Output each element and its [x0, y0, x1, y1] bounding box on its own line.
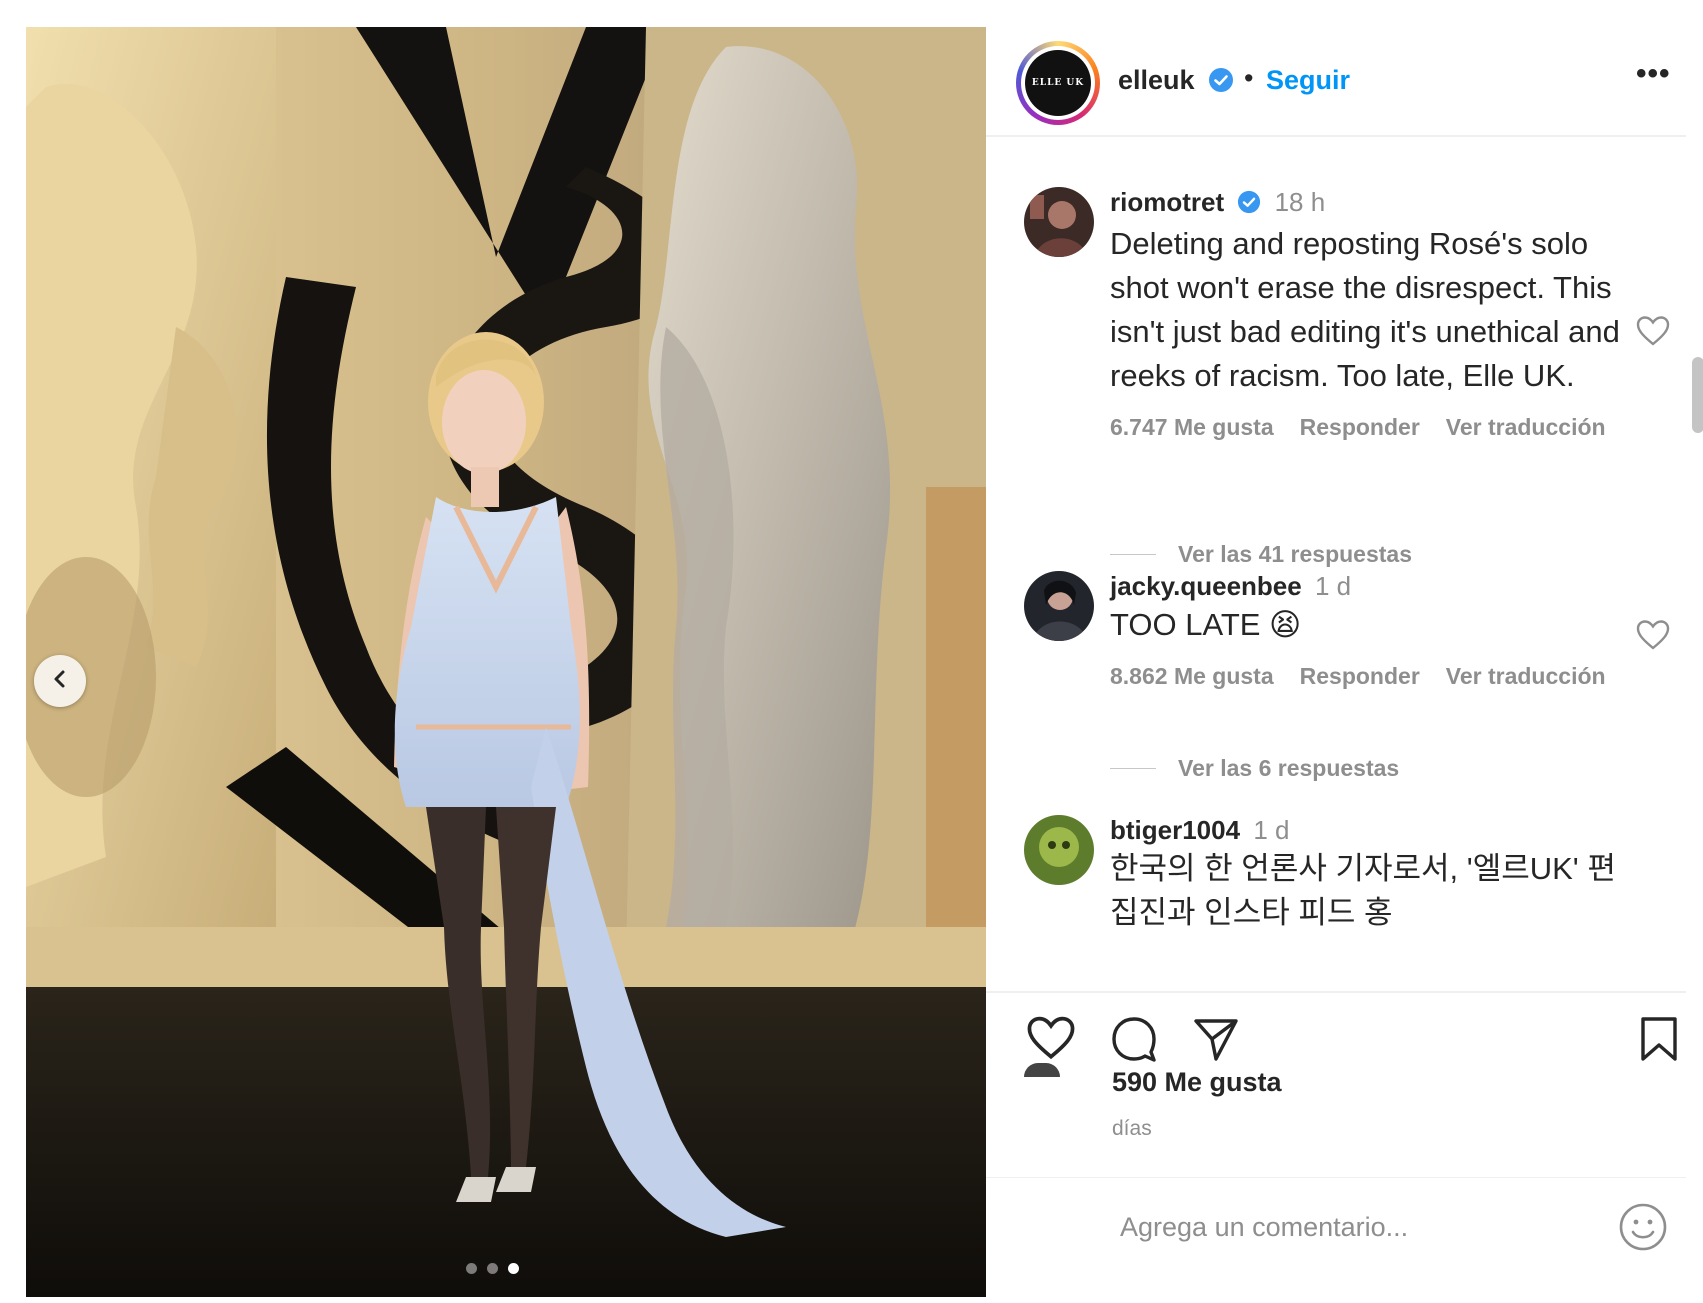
verified-badge-icon [1208, 67, 1234, 98]
comment-text: 한국의 한 언론사 기자로서, '엘르UK' 편집진과 인스타 피드 홍 [1110, 851, 1616, 930]
comment-time: 18 h [1274, 187, 1326, 217]
account-logo: ELLE UK [1025, 50, 1091, 116]
header-separator: • [1244, 63, 1254, 93]
comments-list[interactable]: riomotret 18 h Deleting and reposting Ro… [986, 139, 1686, 989]
comment-avatar[interactable] [1024, 571, 1094, 641]
comment-heart-icon[interactable] [1636, 619, 1670, 656]
comment-input[interactable] [1120, 1212, 1580, 1243]
carousel-indicator [466, 1263, 519, 1274]
chevron-left-icon [49, 668, 71, 695]
account-avatar[interactable]: ELLE UK [1016, 41, 1100, 125]
comment-text: Deleting and reposting Rosé's solo shot … [1110, 226, 1620, 393]
comment-avatar[interactable] [1024, 815, 1094, 885]
comment-text: TOO LATE 😫 [1110, 607, 1302, 642]
heart-icon[interactable] [1026, 1015, 1076, 1066]
post-likes[interactable]: 590 Me gusta [1112, 1067, 1282, 1098]
more-options-icon[interactable]: ••• [1636, 57, 1671, 91]
comment-likes[interactable]: 8.862 Me gusta [1110, 663, 1274, 690]
view-replies-button[interactable]: Ver las 6 respuestas [1178, 755, 1399, 782]
comment-username[interactable]: riomotret [1110, 187, 1224, 217]
post-date: días [1112, 1117, 1152, 1140]
comment-likes[interactable]: 6.747 Me gusta [1110, 414, 1274, 441]
post-image [26, 27, 986, 1297]
translate-button[interactable]: Ver traducción [1446, 663, 1606, 690]
carousel-dot [487, 1263, 498, 1274]
post-side-panel: ELLE UK elleuk • Seguir ••• riomotret 18… [986, 27, 1703, 1303]
share-icon[interactable] [1192, 1015, 1240, 1068]
carousel-dot [466, 1263, 477, 1274]
post-header: ELLE UK elleuk • Seguir ••• [986, 27, 1686, 137]
comment-username[interactable]: btiger1004 [1110, 815, 1240, 845]
liker-avatar [1024, 1063, 1060, 1077]
reply-button[interactable]: Responder [1300, 663, 1420, 690]
comment-time: 1 d [1253, 815, 1290, 845]
comment-avatar[interactable] [1024, 187, 1094, 257]
carousel-dot-active [508, 1263, 519, 1274]
reply-button[interactable]: Responder [1300, 414, 1420, 441]
comment-time: 1 d [1314, 571, 1352, 601]
comment-username[interactable]: jacky.queenbee [1110, 571, 1302, 601]
account-username[interactable]: elleuk [1118, 65, 1195, 96]
add-comment-bar [986, 1177, 1686, 1277]
post-actions-bar [986, 991, 1686, 1071]
verified-badge-icon [1237, 190, 1261, 220]
translate-button[interactable]: Ver traducción [1446, 414, 1606, 441]
comment-heart-icon[interactable] [1636, 315, 1670, 352]
comment-icon[interactable] [1110, 1015, 1158, 1068]
carousel-prev-button[interactable] [34, 655, 86, 707]
post-photo[interactable] [26, 27, 986, 1297]
comments-scrollbar[interactable] [1692, 357, 1703, 433]
follow-button[interactable]: Seguir [1266, 65, 1350, 96]
bookmark-icon[interactable] [1638, 1015, 1680, 1068]
view-replies-button[interactable]: Ver las 41 respuestas [1178, 541, 1412, 568]
emoji-icon[interactable] [1618, 1202, 1668, 1257]
